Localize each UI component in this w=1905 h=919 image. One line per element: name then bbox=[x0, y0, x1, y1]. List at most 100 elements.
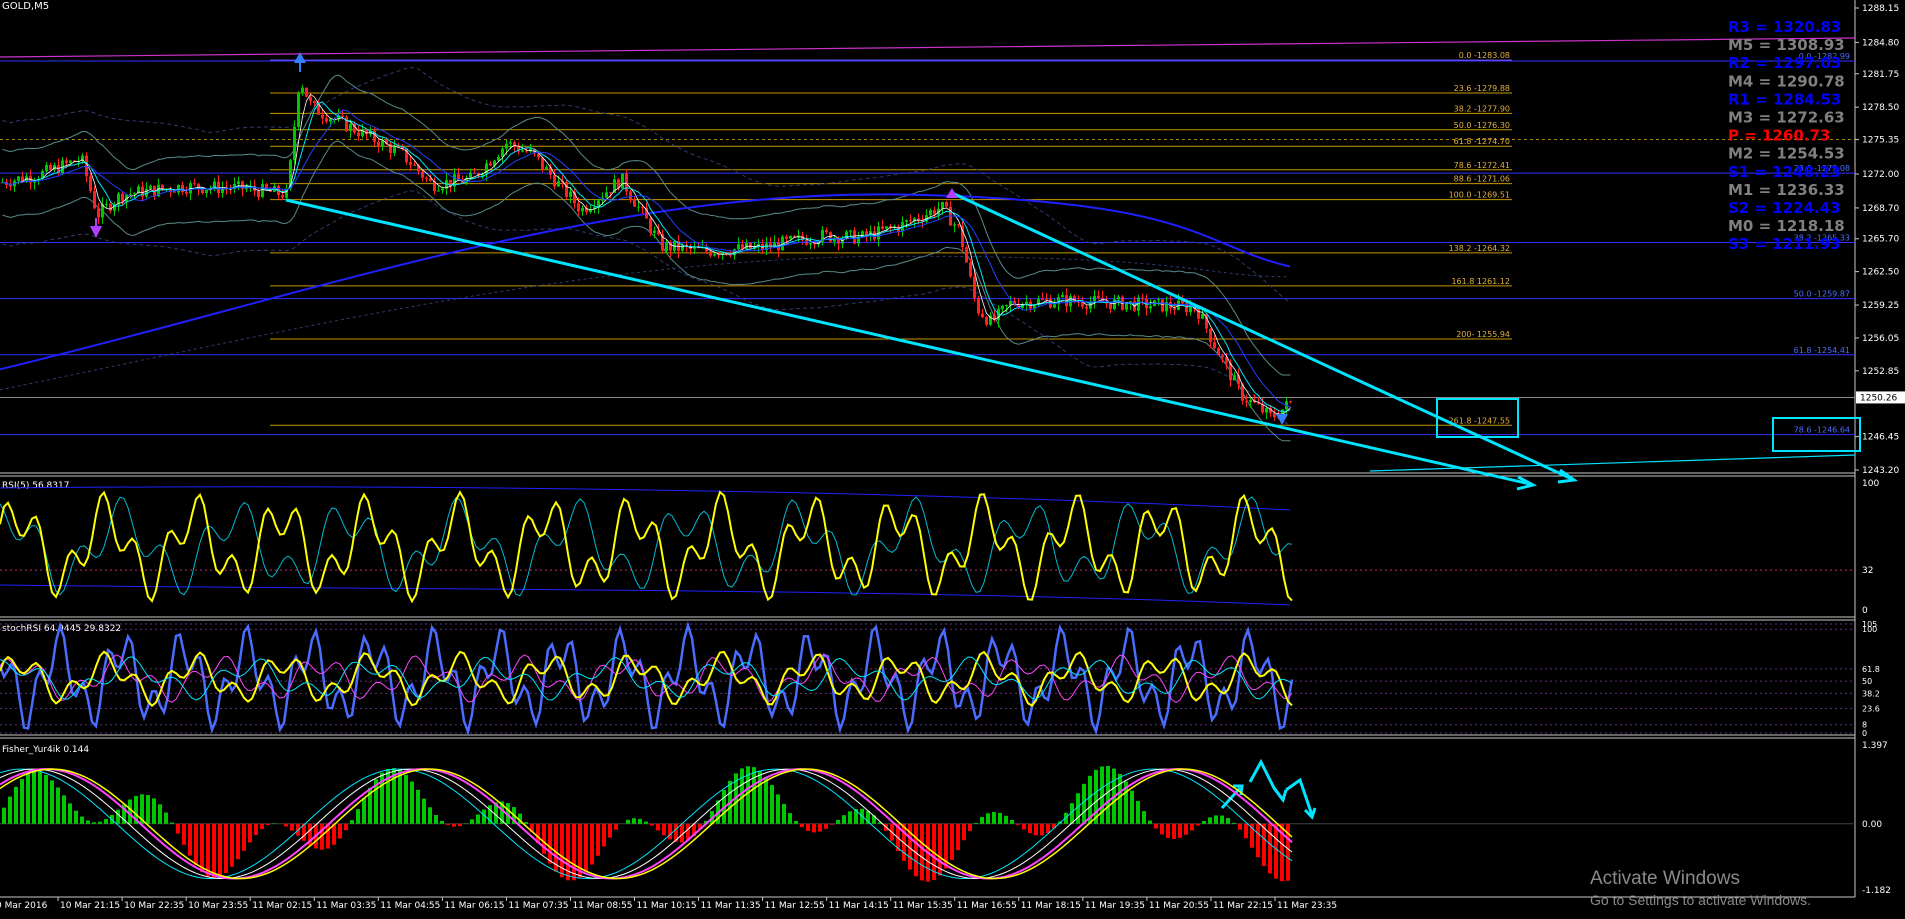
candle-body bbox=[349, 124, 352, 132]
pivot-label: M2 = 1254.53 bbox=[1728, 145, 1845, 163]
fisher-histogram-bar bbox=[980, 816, 984, 824]
fisher-histogram-bar bbox=[80, 816, 84, 824]
candle-body bbox=[97, 208, 100, 218]
fisher-scale-label: -1.182 bbox=[1862, 886, 1891, 896]
candle-body bbox=[633, 199, 636, 207]
candle-body bbox=[49, 165, 52, 170]
candle-body bbox=[1249, 399, 1252, 403]
candle-body bbox=[377, 141, 380, 148]
fisher-histogram-bar bbox=[356, 809, 360, 824]
fisher-histogram-bar bbox=[1040, 823, 1044, 836]
candle-body bbox=[489, 163, 492, 166]
fisher-histogram-bar bbox=[128, 799, 132, 824]
fisher-histogram-bar bbox=[1232, 822, 1236, 824]
fisher-histogram-bar bbox=[764, 777, 768, 824]
fisher-histogram-bar bbox=[1208, 817, 1212, 824]
fisher-histogram-bar bbox=[1016, 823, 1020, 825]
fisher-histogram-bar bbox=[590, 823, 594, 865]
trading-chart[interactable]: GOLD,M5 0.0 -1283.08 23.6 -1279.88 38.2 -1… bbox=[0, 0, 1905, 919]
candle-body bbox=[945, 201, 948, 207]
stoch-scale-label: 50 bbox=[1862, 677, 1872, 686]
fisher-histogram-bar bbox=[416, 789, 420, 824]
fisher-histogram-bar bbox=[62, 795, 66, 824]
fisher-histogram-bar bbox=[422, 798, 426, 824]
price-scale-label: 1268.70 bbox=[1862, 204, 1899, 214]
fisher-histogram-bar bbox=[176, 823, 180, 834]
fisher-histogram-bar bbox=[830, 823, 834, 825]
fisher-histogram-bar bbox=[776, 794, 780, 824]
time-axis-label: 11 Mar 22:15 bbox=[1213, 901, 1273, 911]
fisher-histogram-bar bbox=[914, 823, 918, 877]
fisher-histogram-bar bbox=[770, 785, 774, 824]
candle-body bbox=[245, 188, 248, 190]
candle-body bbox=[565, 181, 568, 197]
candle-body bbox=[953, 224, 956, 226]
time-axis-label: 11 Mar 10:15 bbox=[637, 901, 697, 911]
time-axis-label: 11 Mar 19:35 bbox=[1085, 901, 1145, 911]
fisher-histogram-bar bbox=[266, 823, 270, 826]
candle-body bbox=[441, 188, 444, 191]
candle-body bbox=[121, 193, 124, 202]
candle-body bbox=[437, 190, 440, 192]
time-axis-label: 11 Mar 12:55 bbox=[765, 901, 825, 911]
candle-body bbox=[1217, 348, 1220, 356]
candle-body bbox=[1025, 301, 1028, 305]
candle-body bbox=[569, 191, 572, 197]
fisher-histogram-bar bbox=[284, 823, 288, 827]
stoch-scale-label: 61.8 bbox=[1862, 665, 1880, 674]
time-axis-label: 11 Mar 16:55 bbox=[957, 901, 1017, 911]
fisher-histogram-bar bbox=[1244, 823, 1248, 839]
time-axis-label: 11 Mar 14:15 bbox=[829, 901, 889, 911]
fisher-histogram-bar bbox=[668, 823, 672, 840]
candle-body bbox=[885, 226, 888, 229]
candle-body bbox=[637, 206, 640, 208]
watermark-line1: Activate Windows bbox=[1590, 868, 1740, 889]
rsi-scale-label: 0 bbox=[1862, 606, 1868, 616]
fisher-histogram-bar bbox=[1046, 823, 1050, 834]
fisher-histogram-bar bbox=[1160, 823, 1164, 835]
candle-body bbox=[853, 230, 856, 244]
pivot-label: M5 = 1308.93 bbox=[1728, 36, 1845, 54]
fisher-histogram-bar bbox=[290, 823, 294, 831]
fisher-histogram-bar bbox=[806, 823, 810, 831]
fisher-histogram-bar bbox=[974, 822, 978, 824]
candle-body bbox=[261, 184, 264, 198]
candle-body bbox=[181, 184, 184, 192]
candle-body bbox=[501, 148, 504, 157]
candle-body bbox=[1201, 314, 1204, 319]
fisher-histogram-bar bbox=[650, 823, 654, 826]
fisher-histogram-bar bbox=[632, 818, 636, 824]
fisher-histogram-bar bbox=[812, 823, 816, 833]
fisher-histogram-bar bbox=[788, 813, 792, 824]
candle-body bbox=[313, 101, 316, 103]
candle-body bbox=[629, 191, 632, 200]
fisher-histogram-bar bbox=[1178, 823, 1182, 838]
candle-body bbox=[1001, 305, 1004, 309]
time-axis-label: 11 Mar 04:55 bbox=[380, 901, 440, 911]
candle-body bbox=[849, 230, 852, 232]
candle-body bbox=[709, 251, 712, 256]
candle-body bbox=[173, 191, 176, 193]
candle-body bbox=[309, 96, 312, 102]
fisher-histogram-bar bbox=[446, 823, 450, 825]
candle-body bbox=[509, 142, 512, 144]
watermark-line2: Go to Settings to activate Windows. bbox=[1590, 892, 1811, 908]
fisher-histogram-bar bbox=[14, 786, 18, 824]
fisher-histogram-bar bbox=[644, 821, 648, 824]
time-axis-label: 11 Mar 11:35 bbox=[701, 901, 761, 911]
time-axis-label: 10 Mar 22:35 bbox=[124, 901, 184, 911]
fisher-histogram-bar bbox=[26, 773, 30, 824]
windows-activation-watermark: Activate Windows Go to Settings to activ… bbox=[1590, 868, 1811, 910]
candle-body bbox=[9, 184, 12, 187]
candle-body bbox=[605, 192, 608, 198]
fisher-histogram-bar bbox=[410, 781, 414, 824]
price-scale-label: 1256.05 bbox=[1862, 334, 1899, 344]
candle-body bbox=[621, 173, 624, 189]
fisher-histogram-bar bbox=[1022, 823, 1026, 830]
candle-body bbox=[133, 193, 136, 195]
fisher-histogram-bar bbox=[86, 820, 90, 824]
fisher-histogram-bar bbox=[1262, 823, 1266, 867]
candle-body bbox=[649, 218, 652, 233]
pivot-label: R3 = 1320.83 bbox=[1728, 18, 1841, 36]
pivot-label: P = 1260.73 bbox=[1728, 127, 1830, 145]
